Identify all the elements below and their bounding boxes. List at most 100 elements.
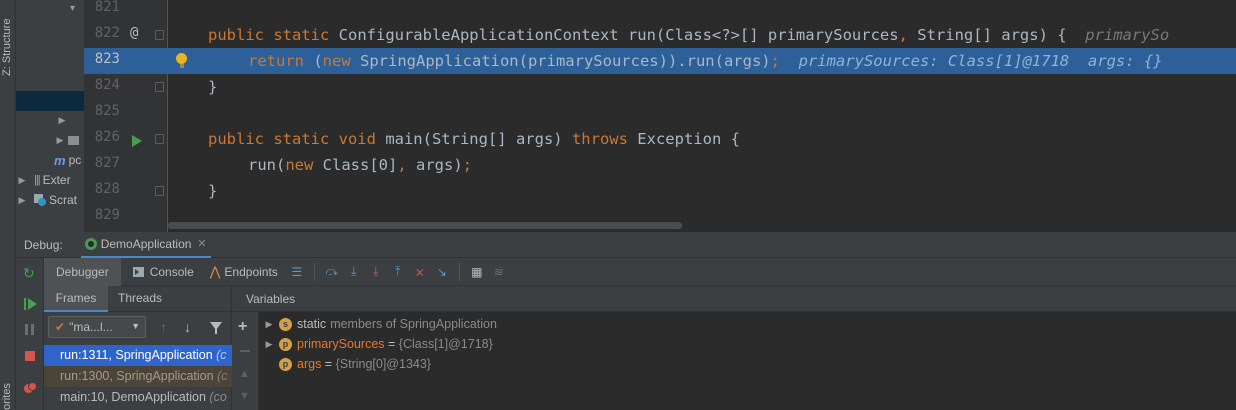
frame-row-selected[interactable]: run:1311, SpringApplication (c xyxy=(44,345,232,366)
force-step-into-icon[interactable]: ⤓ xyxy=(365,261,387,283)
new-watch-icon[interactable]: + xyxy=(238,318,247,336)
tab-console[interactable]: Console xyxy=(121,258,202,286)
move-down-icon[interactable]: ▼ xyxy=(239,390,250,402)
tab-endpoints[interactable]: ⋀ Endpoints xyxy=(202,258,286,286)
code-text: String[] args) { xyxy=(917,26,1067,44)
chevron-right-icon: ▶ xyxy=(56,134,64,145)
tab-debugger[interactable]: Debugger xyxy=(44,257,121,286)
evaluate-expression-icon[interactable]: ▦ xyxy=(466,261,488,283)
frame-label: run:1311, SpringApplication xyxy=(60,348,213,362)
structure-tool-tab[interactable]: Z: Structure xyxy=(1,2,13,76)
move-up-icon[interactable]: ▲ xyxy=(239,368,250,380)
code-line-827: run(new Class[0], args); xyxy=(248,152,1236,178)
fold-marker-icon[interactable] xyxy=(155,30,164,40)
thread-select[interactable]: ✔ "ma...l... ▼ xyxy=(48,316,146,338)
tree-item[interactable]: ▶ xyxy=(16,110,84,130)
horizontal-scrollbar[interactable] xyxy=(168,222,682,229)
project-tree: ▾ ▶ ▶ m pc ▶ ||| Exter ▶ Scrat xyxy=(16,0,84,232)
code-editor[interactable]: public static ConfigurableApplicationCon… xyxy=(168,0,1236,232)
tree-selected-row[interactable] xyxy=(16,91,84,111)
frame-suffix: (c xyxy=(216,348,227,362)
frame-row[interactable]: main:10, DemoApplication (co xyxy=(44,387,232,408)
override-annotation-icon[interactable]: @ xyxy=(130,25,138,41)
code-punct: ; xyxy=(462,156,473,174)
fold-marker-icon[interactable] xyxy=(155,82,164,92)
fold-marker-icon[interactable] xyxy=(155,134,164,144)
frame-row[interactable]: run:1300, SpringApplication (c xyxy=(44,366,232,387)
variable-value: {String[0]@1343} xyxy=(335,357,431,371)
step-over-icon[interactable]: ⤼ xyxy=(321,261,343,283)
code-keyword: return xyxy=(248,52,304,70)
code-text: main(String[] args) xyxy=(375,130,572,148)
variables-header: Variables xyxy=(233,286,1236,312)
tree-item-external-libraries[interactable]: ▶ ||| Exter xyxy=(16,170,84,190)
line-number: 826 xyxy=(94,129,120,145)
frame-suffix: (c xyxy=(217,369,228,383)
frames-tab-label: Frames xyxy=(55,291,97,305)
chevron-right-icon: ▶ xyxy=(58,114,66,125)
chevron-right-icon: ▶ xyxy=(18,194,26,205)
frame-label: run:1300, SpringApplication xyxy=(60,369,214,383)
code-text: ConfigurableApplicationContext run(Class… xyxy=(338,26,899,44)
trace-stream-icon[interactable]: ≋ xyxy=(488,261,510,283)
tree-item-scratches[interactable]: ▶ Scrat xyxy=(16,190,84,210)
code-punct: , xyxy=(397,156,407,174)
variable-value: {Class[1]@1718} xyxy=(398,337,493,351)
fold-marker-icon[interactable] xyxy=(155,186,164,196)
close-icon[interactable]: ✕ xyxy=(197,237,206,250)
run-to-cursor-icon[interactable]: ↘ xyxy=(431,261,453,283)
line-number: 825 xyxy=(94,103,120,119)
variable-row[interactable]: ▶ p primarySources = {Class[1]@1718} xyxy=(259,334,1236,354)
frame-label: main:10, DemoApplication xyxy=(60,390,206,404)
spring-debug-icon xyxy=(84,237,97,250)
tab-threads[interactable]: Threads xyxy=(108,286,172,312)
show-execution-point-icon[interactable]: ☰ xyxy=(286,261,308,283)
rerun-icon[interactable]: ↻ xyxy=(23,265,35,282)
variable-row[interactable]: p args = {String[0]@1343} xyxy=(259,354,1236,374)
stop-icon[interactable] xyxy=(25,351,35,361)
code-text: SpringApplication(primarySources)).run(a… xyxy=(350,52,771,70)
endpoints-tab-label: Endpoints xyxy=(224,264,278,279)
drop-frame-icon[interactable]: ⨯ xyxy=(409,261,431,283)
folder-icon xyxy=(68,135,79,145)
code-line-828: } xyxy=(208,182,218,200)
console-icon xyxy=(132,266,144,277)
step-out-icon[interactable]: ⤒ xyxy=(387,261,409,283)
favorites-tool-tab[interactable]: orites xyxy=(1,378,13,410)
filter-stem-icon xyxy=(215,329,217,334)
code-keyword: new xyxy=(285,156,314,174)
variable-row[interactable]: ▶ s static members of SpringApplication xyxy=(259,314,1236,334)
tree-item-pom[interactable]: m pc xyxy=(16,150,84,170)
line-number: 824 xyxy=(94,77,120,93)
parameter-icon: p xyxy=(279,357,292,371)
run-gutter-icon[interactable] xyxy=(132,135,142,147)
code-text: args) xyxy=(406,156,463,174)
tree-item[interactable]: ▾ xyxy=(16,0,84,18)
debugger-toolbar: Debugger Console ⋀ Endpoints ☰ ⤼ ⤓ ⤓ ⤒ ⨯… xyxy=(16,257,1236,286)
previous-frame-icon[interactable]: ↑ xyxy=(160,319,167,335)
tree-item-folder[interactable]: ▶ xyxy=(16,130,84,150)
static-field-icon: s xyxy=(279,317,292,331)
next-frame-icon[interactable]: ↓ xyxy=(184,319,191,335)
lightbulb-icon[interactable] xyxy=(176,53,187,64)
line-number: 821 xyxy=(94,0,120,15)
parameter-icon: p xyxy=(279,337,292,351)
line-number: 823 xyxy=(94,51,120,67)
line-number: 827 xyxy=(94,155,120,171)
code-keyword: throws xyxy=(571,130,628,148)
inline-debug-hint: primarySources: Class[1]@1718 args: {} xyxy=(798,52,1163,70)
remove-watch-icon[interactable] xyxy=(240,350,250,352)
variable-name: primarySources xyxy=(297,337,385,351)
variable-equals: = xyxy=(384,337,399,351)
endpoints-icon: ⋀ xyxy=(209,263,221,279)
chevron-down-icon: ▾ xyxy=(70,2,76,14)
tab-frames[interactable]: Frames xyxy=(44,286,108,312)
step-into-icon[interactable]: ⤓ xyxy=(343,261,365,283)
view-breakpoints-icon[interactable] xyxy=(24,382,38,394)
debug-tool-window-header: Debug: DemoApplication ✕ xyxy=(16,232,1236,258)
variable-name: args xyxy=(297,357,322,371)
variable-value: members of SpringApplication xyxy=(330,317,497,331)
debug-session-tab[interactable]: DemoApplication ✕ xyxy=(80,232,211,258)
line-number: 829 xyxy=(94,207,120,223)
lightbulb-base-icon xyxy=(180,64,184,68)
